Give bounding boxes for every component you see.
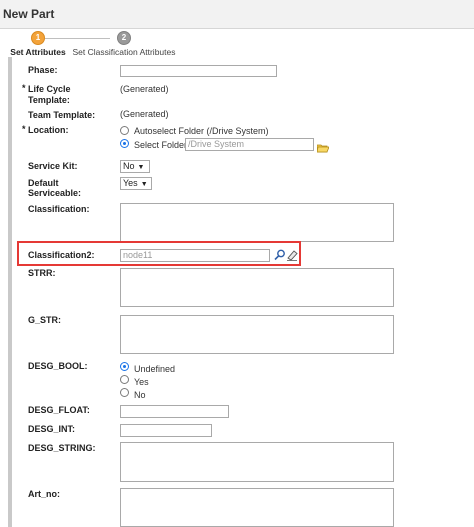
art-no-textarea[interactable] — [120, 488, 394, 527]
desg-int-label: DESG_INT: — [28, 424, 76, 434]
phase-label: Phase: — [28, 65, 58, 75]
strr-textarea[interactable] — [120, 268, 394, 307]
step-1-label: Set Attributes — [10, 47, 66, 57]
wizard-steps: 1 Set Attributes 2 Set Classification At… — [0, 29, 474, 57]
g-str-textarea[interactable] — [120, 315, 394, 354]
desg-bool-undefined-label: Undefined — [134, 364, 176, 374]
folder-path-input[interactable]: /Drive System — [185, 138, 314, 151]
desg-int-input[interactable] — [120, 424, 212, 437]
step-2-badge: 2 — [117, 31, 131, 45]
classification2-value: node11 — [123, 250, 153, 260]
g-str-label: G_STR: — [28, 315, 62, 325]
phase-input[interactable] — [120, 65, 277, 77]
classification-textarea[interactable] — [120, 203, 394, 242]
default-serviceable-select[interactable]: Yes ▼ — [120, 177, 152, 190]
dialog-title: New Part — [3, 7, 55, 21]
classification-label: Classification: — [28, 204, 90, 214]
desg-bool-yes-radio[interactable] — [120, 375, 129, 384]
desg-bool-label: DESG_BOOL: — [28, 361, 88, 371]
desg-string-textarea[interactable] — [120, 442, 394, 482]
lifecycle-label-line2: Template: — [28, 95, 70, 105]
service-kit-label: Service Kit: — [28, 161, 78, 171]
step-set-attributes[interactable]: 1 Set Attributes — [8, 29, 68, 57]
default-serviceable-value: Yes — [123, 178, 138, 188]
team-template-value: (Generated) — [120, 109, 169, 119]
location-required-mark: * — [22, 124, 26, 134]
desg-float-input[interactable] — [120, 405, 229, 418]
search-icon[interactable] — [274, 249, 286, 261]
lifecycle-value: (Generated) — [120, 84, 169, 94]
service-kit-value: No — [123, 161, 135, 171]
default-serviceable-label-line2: Serviceable: — [28, 188, 82, 198]
folder-browse-icon[interactable] — [316, 143, 330, 153]
lifecycle-required-mark: * — [22, 83, 26, 93]
step-2-label: Set Classification Attributes — [72, 47, 176, 57]
desg-bool-yes-label: Yes — [134, 377, 149, 387]
strr-label: STRR: — [28, 268, 56, 278]
service-kit-select[interactable]: No ▼ — [120, 160, 150, 173]
location-select-folder-label: Select Folder — [134, 140, 188, 150]
form-left-bar — [8, 57, 12, 527]
classification2-input[interactable]: node11 — [120, 249, 270, 262]
step-set-classification-attributes[interactable]: 2 Set Classification Attributes — [72, 29, 176, 57]
desg-bool-no-radio[interactable] — [120, 388, 129, 397]
desg-bool-no-label: No — [134, 390, 146, 400]
classification2-label: Classification2: — [28, 250, 95, 260]
folder-path-value: /Drive System — [188, 139, 245, 149]
team-template-label: Team Template: — [28, 110, 96, 120]
location-select-folder-radio[interactable] — [120, 139, 129, 148]
desg-bool-undefined-radio[interactable] — [120, 362, 129, 371]
location-label: Location: — [28, 125, 69, 135]
art-no-label: Art_no: — [28, 489, 60, 499]
chevron-down-icon: ▼ — [137, 164, 145, 171]
location-autoselect-label: Autoselect Folder (/Drive System) — [134, 126, 269, 136]
desg-string-label: DESG_STRING: — [28, 443, 96, 453]
step-1-badge: 1 — [31, 31, 45, 45]
desg-float-label: DESG_FLOAT: — [28, 405, 90, 415]
location-autoselect-radio[interactable] — [120, 126, 129, 135]
chevron-down-icon: ▼ — [140, 181, 148, 188]
eraser-icon[interactable] — [286, 249, 298, 261]
dialog-titlebar: New Part — [0, 0, 474, 29]
lifecycle-label-line1: Life Cycle — [28, 84, 71, 94]
